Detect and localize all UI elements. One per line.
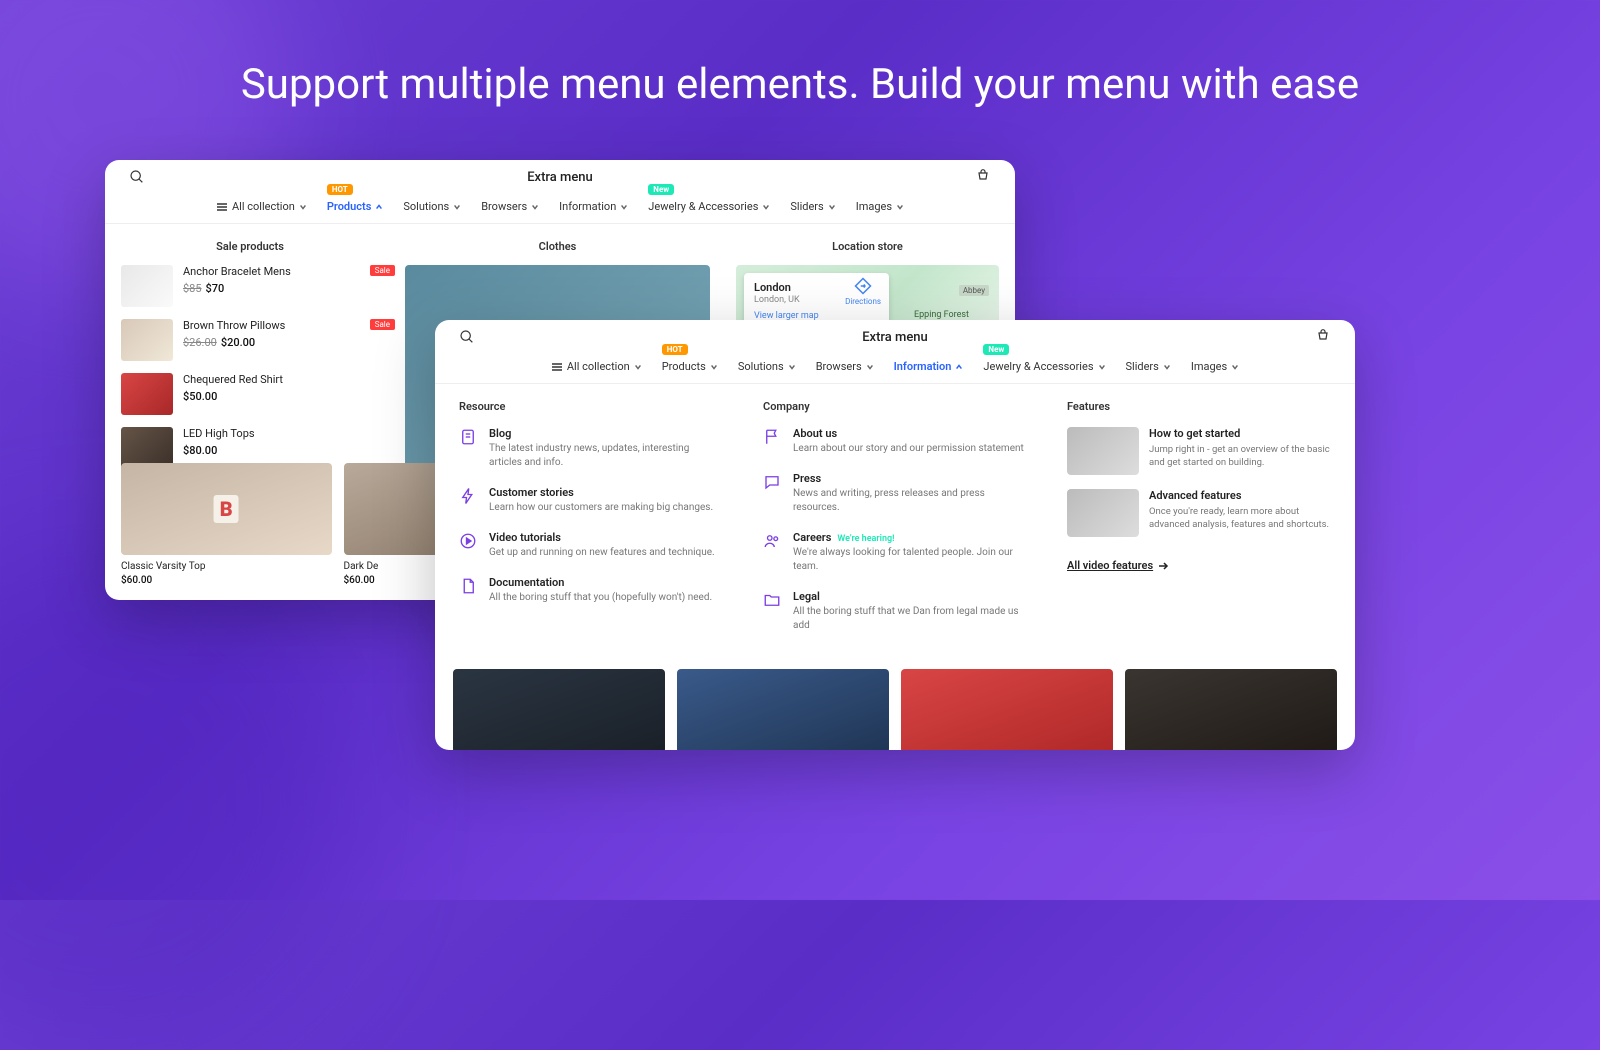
sale-item[interactable]: Anchor Bracelet Mens$85$70Sale — [121, 265, 379, 307]
product-thumb — [121, 265, 173, 307]
play-icon — [459, 532, 477, 550]
company-heading: Company — [763, 400, 1027, 413]
nav-sliders[interactable]: Sliders — [1126, 360, 1171, 373]
nav-images[interactable]: Images — [856, 200, 904, 213]
directions-button[interactable]: Directions — [845, 277, 881, 306]
nav-images[interactable]: Images — [1191, 360, 1239, 373]
resource-video[interactable]: Video tutorialsGet up and running on new… — [459, 531, 723, 560]
product-image — [453, 669, 665, 750]
nav-jewelry[interactable]: NewJewelry & Accessories — [648, 200, 770, 213]
nav-products[interactable]: HOTProducts — [327, 200, 384, 213]
nav-solutions[interactable]: Solutions — [403, 200, 461, 213]
arrow-right-icon — [1157, 560, 1169, 572]
bolt-icon — [459, 487, 477, 505]
cart-icon[interactable] — [975, 169, 991, 185]
company-about[interactable]: About usLearn about our story and our pe… — [763, 427, 1027, 456]
product-thumb — [121, 373, 173, 415]
main-nav: All collection HOTProducts Solutions Bro… — [435, 354, 1355, 384]
resource-customer-stories[interactable]: Customer storiesLearn how our customers … — [459, 486, 723, 515]
chat-icon — [763, 473, 781, 491]
company-press[interactable]: PressNews and writing, press releases an… — [763, 472, 1027, 515]
brand-label: Extra menu — [527, 170, 593, 185]
product-thumb — [121, 319, 173, 361]
sale-item[interactable]: Brown Throw Pillows$26.00$20.00Sale — [121, 319, 379, 361]
product-card[interactable]: Blue Silk Tuxedo$70.00 — [677, 669, 889, 750]
nav-all-collection[interactable]: All collection — [216, 200, 307, 213]
nav-browsers[interactable]: Browsers — [816, 360, 874, 373]
file-icon — [459, 577, 477, 595]
product-image — [121, 463, 332, 555]
nav-information[interactable]: Information — [894, 360, 964, 373]
product-card[interactable]: Classic Leather Jacket$80.00 — [1125, 669, 1337, 750]
cart-icon[interactable] — [1315, 329, 1331, 345]
resource-heading: Resource — [459, 400, 723, 413]
resource-blog[interactable]: BlogThe latest industry news, updates, i… — [459, 427, 723, 470]
document-icon — [459, 428, 477, 446]
nav-information[interactable]: Information — [559, 200, 628, 213]
users-icon — [763, 532, 781, 550]
product-card[interactable]: Chequered Red Shirt$50.00 — [901, 669, 1113, 750]
nav-all-collection[interactable]: All collection — [551, 360, 642, 373]
sale-heading: Sale products — [121, 240, 379, 253]
nav-products[interactable]: HOTProducts — [662, 360, 718, 373]
search-icon[interactable] — [129, 169, 145, 185]
brand-label: Extra menu — [862, 330, 928, 345]
product-image — [1125, 669, 1337, 750]
product-card[interactable]: Classic Varsity Top$60.00 — [121, 463, 332, 586]
page-headline: Support multiple menu elements. Build yo… — [0, 60, 1600, 109]
product-card[interactable]: Black Leather Bag$30.00 — [453, 669, 665, 750]
features-heading: Features — [1067, 400, 1331, 413]
resource-docs[interactable]: DocumentationAll the boring stuff that y… — [459, 576, 723, 605]
search-icon[interactable] — [459, 329, 475, 345]
folder-icon — [763, 591, 781, 609]
product-image — [901, 669, 1113, 750]
product-image — [677, 669, 889, 750]
feature-thumb — [1067, 427, 1139, 475]
all-video-link[interactable]: All video features — [1067, 559, 1169, 572]
company-legal[interactable]: LegalAll the boring stuff that we Dan fr… — [763, 590, 1027, 633]
nav-browsers[interactable]: Browsers — [481, 200, 539, 213]
main-nav: All collection HOTProducts Solutions Bro… — [105, 194, 1015, 224]
clothes-heading: Clothes — [405, 240, 710, 253]
feature-advanced[interactable]: Advanced featuresOnce you're ready, lear… — [1067, 489, 1331, 537]
feature-getting-started[interactable]: How to get startedJump right in - get an… — [1067, 427, 1331, 475]
feature-thumb — [1067, 489, 1139, 537]
company-careers[interactable]: CareersWe're hearing!We're always lookin… — [763, 531, 1027, 574]
location-heading: Location store — [736, 240, 999, 253]
flag-icon — [763, 428, 781, 446]
panel-information-mega: Extra menu All collection HOTProducts So… — [435, 320, 1355, 750]
nav-jewelry[interactable]: NewJewelry & Accessories — [983, 360, 1105, 373]
nav-solutions[interactable]: Solutions — [738, 360, 796, 373]
nav-sliders[interactable]: Sliders — [790, 200, 835, 213]
sale-item[interactable]: Chequered Red Shirt$50.00 — [121, 373, 379, 415]
